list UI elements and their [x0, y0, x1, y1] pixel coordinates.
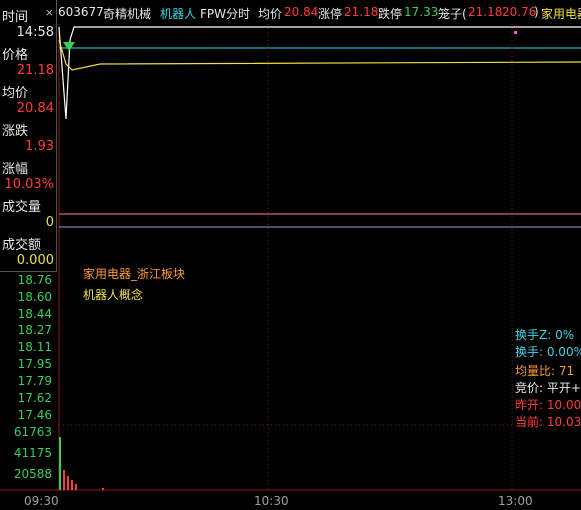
price-axis-tick: 18.44 [17, 307, 52, 321]
turnover-z: 换手Z: 0% [515, 328, 575, 342]
volume-bar [59, 437, 61, 490]
prev-open-info: 昨开: 10.00 [515, 398, 581, 412]
volume-axis-tick: 61763 [13, 425, 52, 439]
volume-bar [75, 484, 77, 490]
price-axis-tick: 17.95 [17, 357, 52, 371]
time-axis-tick: 09:30 [24, 494, 59, 508]
volume-bar [67, 476, 69, 490]
price-axis-tick: 18.11 [17, 340, 52, 354]
sector-overlay-label[interactable]: 家用电器_浙江板块 [83, 265, 185, 282]
volume-ratio: 均量比: 71 [515, 364, 575, 378]
down-triangle-icon [63, 42, 75, 51]
volume-bars [59, 437, 104, 490]
volume-bar [63, 470, 65, 490]
intraday-chart[interactable] [0, 0, 581, 510]
price-axis-tick: 17.79 [17, 374, 52, 388]
event-marker [514, 31, 517, 34]
price-axis-tick: 17.62 [17, 391, 52, 405]
bid-info: 竞价: 平开+ [515, 381, 581, 395]
time-axis-tick: 13:00 [498, 494, 533, 508]
turnover: 换手: 0.00% [515, 345, 581, 359]
price-axis-tick: 18.76 [17, 273, 52, 287]
price-line [58, 26, 581, 120]
volume-axis-tick: 41175 [13, 446, 52, 460]
price-axis-tick: 17.46 [17, 408, 52, 422]
time-axis-tick: 10:30 [254, 494, 289, 508]
current-info: 当前: 10.03 [515, 415, 581, 429]
price-axis-tick: 18.60 [17, 290, 52, 304]
avg-price-line [58, 39, 581, 71]
concept-overlay-label[interactable]: 机器人概念 [83, 286, 143, 303]
price-axis-tick: 18.27 [17, 323, 52, 337]
volume-bar [102, 488, 104, 490]
volume-axis-tick: 20588 [13, 467, 52, 481]
volume-bar [71, 480, 73, 490]
